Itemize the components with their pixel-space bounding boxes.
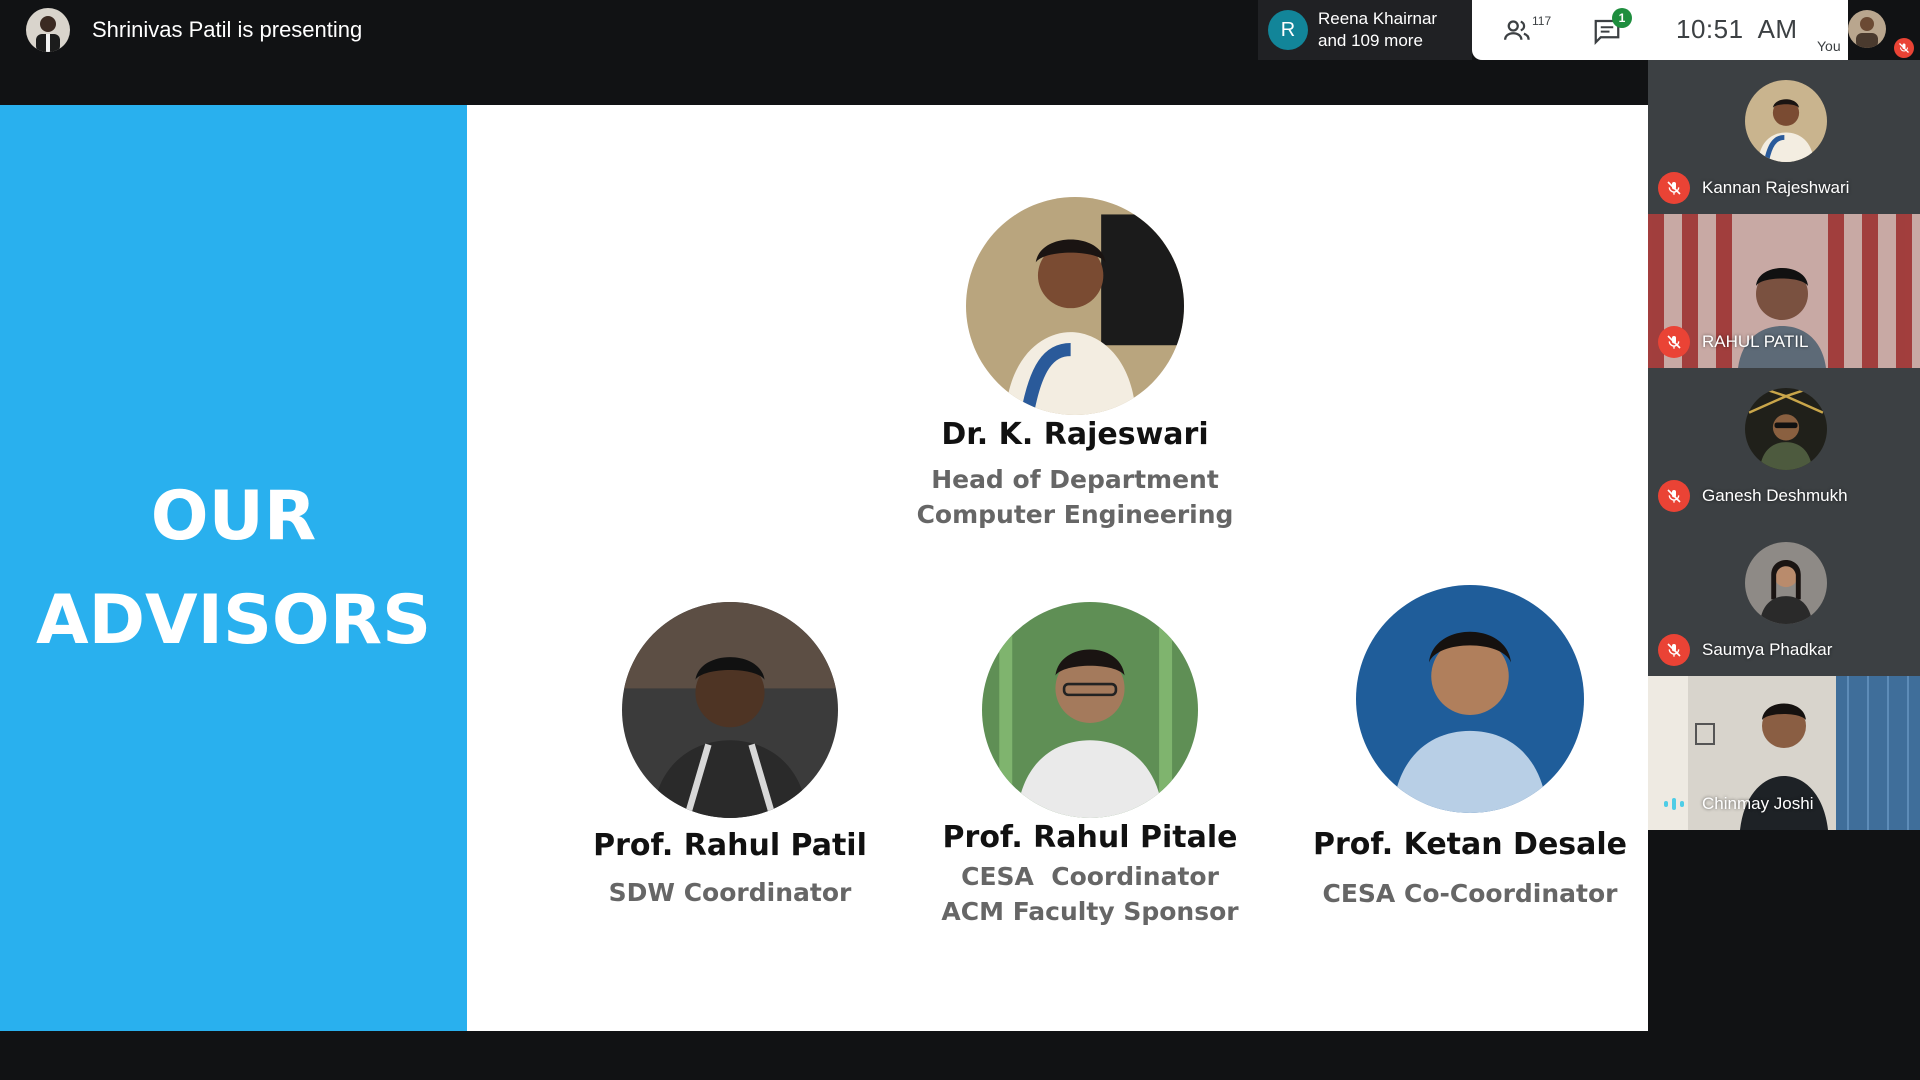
participant-label: Ganesh Deshmukh (1658, 480, 1848, 512)
self-mic-off-icon (1894, 38, 1914, 58)
advisor-name: Prof. Rahul Pitale (942, 820, 1238, 855)
advisor-role: SDW Coordinator (608, 878, 852, 907)
slide-title-line2: ADVISORS (35, 581, 432, 660)
people-button[interactable]: 117 (1502, 14, 1558, 48)
slide-title-panel: OUR ADVISORS (0, 105, 467, 1031)
participant-name: Ganesh Deshmukh (1702, 486, 1848, 505)
participant-name: Saumya Phadkar (1702, 640, 1833, 659)
advisor-photo (622, 602, 838, 818)
mic-off-icon (1658, 480, 1690, 512)
chip-text: Reena Khairnar and 109 more (1318, 8, 1437, 52)
presenter-info: Shrinivas Patil is presenting (26, 8, 362, 52)
self-avatar (1848, 10, 1886, 48)
bottom-strip (0, 1031, 1648, 1080)
chat-badge: 1 (1612, 8, 1632, 28)
chat-button[interactable]: 1 (1592, 8, 1642, 48)
participant-avatar (1745, 388, 1827, 470)
participant-name: Chinmay Joshi (1702, 794, 1814, 813)
meeting-controls: 117 1 10:51 AM (1472, 0, 1848, 60)
presentation-slide: OUR ADVISORS Dr. K. Rajeswari Head of De… (0, 105, 1648, 1031)
advisor-card: Prof. Rahul Pitale CESA Coordinator ACM … (925, 602, 1255, 929)
participants-count: 117 (1532, 14, 1552, 28)
advisor-photo (982, 602, 1198, 818)
participant-avatar (1745, 80, 1827, 162)
clock: 10:51 AM (1676, 14, 1798, 44)
participant-name: Kannan Rajeshwari (1702, 178, 1850, 197)
advisor-card: Prof. Ketan Desale CESA Co-Coordinator (1310, 585, 1630, 911)
advisor-card: Prof. Rahul Patil SDW Coordinator (560, 602, 900, 910)
speaking-indicator-icon (1658, 788, 1690, 820)
mic-off-icon (1658, 634, 1690, 666)
participant-avatar (1745, 542, 1827, 624)
participant-tile[interactable]: Ganesh Deshmukh (1648, 368, 1920, 522)
advisor-role: Head of Department (931, 465, 1219, 494)
participant-tile[interactable]: Chinmay Joshi (1648, 676, 1920, 830)
participants-chip[interactable]: R Reena Khairnar and 109 more (1258, 0, 1472, 60)
participant-tile[interactable]: RAHUL PATIL (1648, 214, 1920, 368)
advisor-name: Prof. Rahul Patil (593, 828, 867, 863)
participant-tile[interactable]: Kannan Rajeshwari (1648, 60, 1920, 214)
presenting-label: Shrinivas Patil is presenting (92, 17, 363, 42)
chip-avatar: R (1268, 10, 1308, 50)
chip-line2: and 109 more (1318, 31, 1423, 50)
participant-name: RAHUL PATIL (1702, 332, 1809, 351)
people-icon (1504, 20, 1530, 40)
chip-line1: Reena Khairnar (1318, 9, 1438, 28)
advisor-name: Prof. Ketan Desale (1312, 827, 1628, 862)
participant-label: Saumya Phadkar (1658, 634, 1832, 666)
mic-off-icon (1658, 172, 1690, 204)
advisor-name: Dr. K. Rajeswari (941, 417, 1209, 452)
slide-title: OUR ADVISORS (0, 465, 467, 673)
self-view[interactable]: You (1817, 0, 1920, 60)
advisor-card: Dr. K. Rajeswari Head of Department Comp… (880, 197, 1270, 532)
advisor-role: CESA Co-Coordinator (1322, 879, 1618, 908)
participant-tile[interactable]: Saumya Phadkar (1648, 522, 1920, 676)
participant-tiles: Kannan Rajeshwari RAHUL PATIL Ganesh Des… (1648, 60, 1920, 1080)
presenter-avatar (26, 8, 70, 52)
advisor-photo (966, 197, 1184, 415)
mic-off-icon (1658, 326, 1690, 358)
advisor-role: CESA Coordinator (961, 862, 1219, 891)
top-bar: Shrinivas Patil is presenting R Reena Kh… (0, 0, 1920, 60)
slide-title-line1: OUR (150, 477, 317, 556)
participant-label: Kannan Rajeshwari (1658, 172, 1849, 204)
advisor-photo (1356, 585, 1584, 813)
advisor-role-2: ACM Faculty Sponsor (941, 897, 1239, 926)
you-label: You (1817, 38, 1841, 54)
participant-label: RAHUL PATIL (1658, 326, 1808, 358)
participant-label: Chinmay Joshi (1658, 788, 1814, 820)
advisor-role-2: Computer Engineering (916, 500, 1234, 529)
